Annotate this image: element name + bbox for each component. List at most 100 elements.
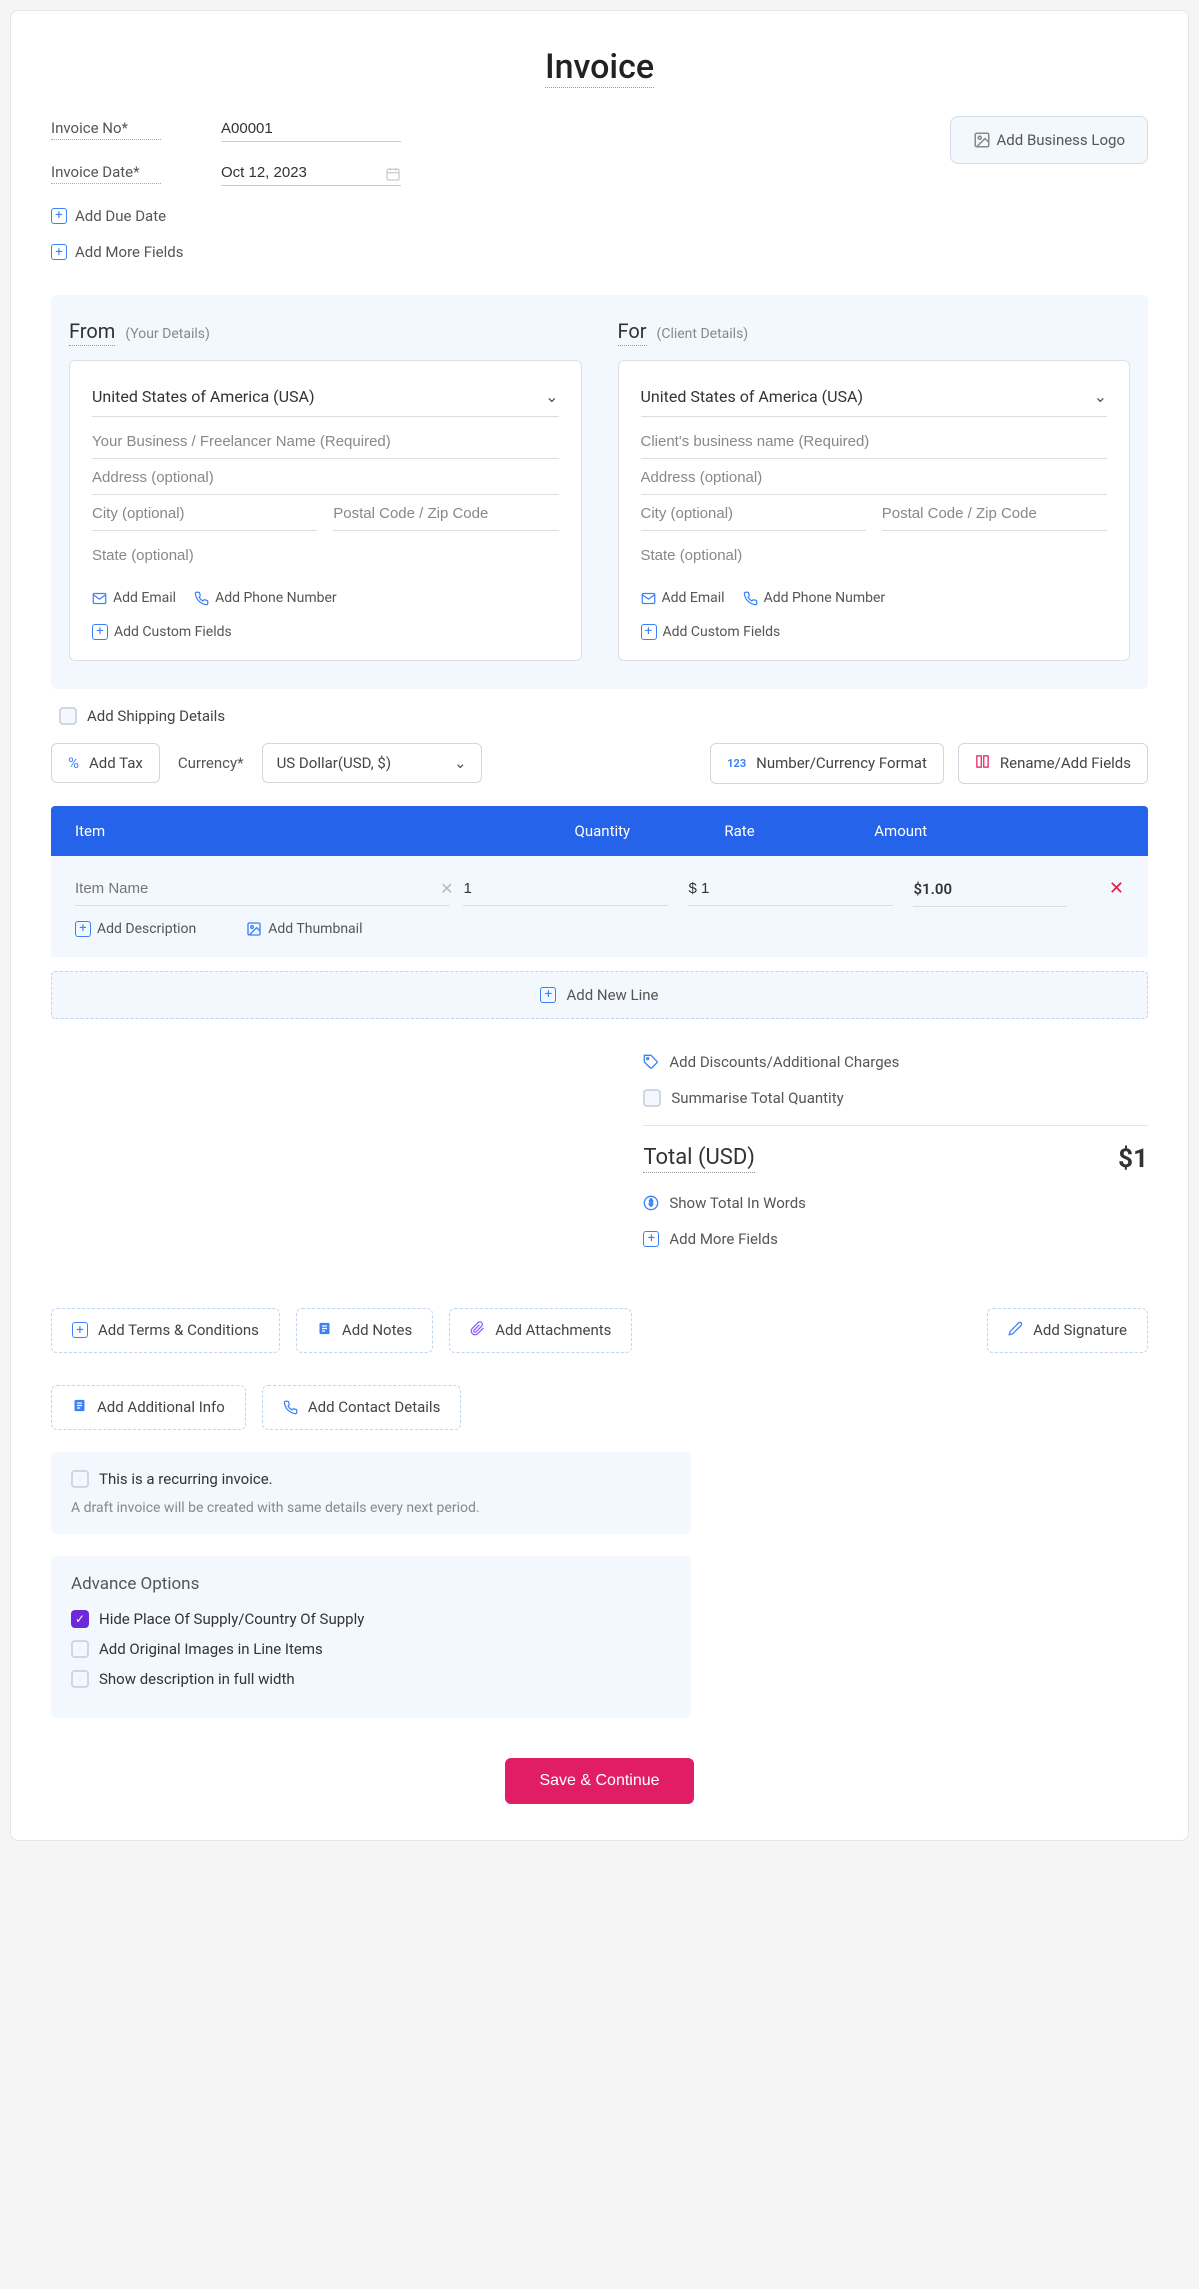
from-address-input[interactable]	[92, 459, 559, 495]
add-new-line-button[interactable]: + Add New Line	[51, 971, 1148, 1019]
plus-icon: +	[75, 921, 91, 937]
calendar-icon[interactable]	[385, 166, 401, 186]
checkbox-icon	[59, 707, 77, 725]
phone-icon	[743, 591, 758, 606]
add-due-date-link[interactable]: + Add Due Date	[51, 207, 166, 225]
add-logo-label: Add Business Logo	[997, 131, 1125, 149]
plus-icon: +	[643, 1231, 659, 1247]
additional-label: Add Additional Info	[97, 1398, 225, 1416]
checkbox-icon	[71, 1470, 89, 1488]
for-city-input[interactable]	[641, 495, 866, 531]
plus-icon: +	[92, 624, 108, 640]
add-discounts-link[interactable]: Add Discounts/Additional Charges	[643, 1053, 1148, 1071]
for-postal-input[interactable]	[882, 495, 1107, 531]
currency-label: Currency*	[178, 754, 244, 772]
add-tax-button[interactable]: % Add Tax	[51, 743, 160, 783]
svg-text:$: $	[649, 1198, 654, 1207]
adv-opt1-label: Hide Place Of Supply/Country Of Supply	[99, 1610, 364, 1628]
from-country-select[interactable]: United States of America (USA) ⌄	[92, 381, 559, 417]
rename-fields-button[interactable]: Rename/Add Fields	[958, 743, 1148, 784]
dollar-circle-icon: $	[643, 1195, 659, 1211]
for-state-input[interactable]	[641, 537, 1108, 572]
summary-more-fields-link[interactable]: + Add More Fields	[643, 1230, 1148, 1248]
checkbox-icon	[643, 1089, 661, 1107]
from-heading: From	[69, 319, 115, 346]
for-add-custom-link[interactable]: + Add Custom Fields	[641, 624, 781, 640]
add-signature-button[interactable]: Add Signature	[987, 1308, 1148, 1353]
invoice-no-input[interactable]	[221, 116, 401, 142]
add-logo-button[interactable]: Add Business Logo	[950, 116, 1148, 164]
for-name-input[interactable]	[641, 423, 1108, 459]
total-words-label: Show Total In Words	[669, 1194, 806, 1212]
adv-opt1-row[interactable]: ✓ Hide Place Of Supply/Country Of Supply	[71, 1610, 671, 1628]
from-add-email-link[interactable]: Add Email	[92, 590, 176, 606]
delete-row-icon[interactable]: ✕	[1087, 878, 1124, 899]
add-description-link[interactable]: + Add Description	[75, 921, 196, 937]
pen-icon	[1008, 1321, 1023, 1340]
for-add-phone-label: Add Phone Number	[764, 590, 886, 606]
from-city-input[interactable]	[92, 495, 317, 531]
summary-more-label: Add More Fields	[669, 1230, 777, 1248]
item-amount: $1.00	[913, 870, 1067, 907]
terms-label: Add Terms & Conditions	[98, 1321, 259, 1339]
add-attachments-button[interactable]: Add Attachments	[449, 1308, 632, 1353]
notes-label: Add Notes	[342, 1321, 412, 1339]
for-country-select[interactable]: United States of America (USA) ⌄	[641, 381, 1108, 417]
for-address-input[interactable]	[641, 459, 1108, 495]
rename-fields-label: Rename/Add Fields	[1000, 754, 1131, 772]
recurring-checkbox-row[interactable]: This is a recurring invoice.	[71, 1470, 671, 1488]
clear-icon[interactable]: ✕	[440, 879, 453, 898]
from-name-input[interactable]	[92, 423, 559, 459]
invoice-no-label: Invoice No*	[51, 119, 161, 140]
th-qty: Quantity	[575, 822, 725, 840]
advance-title: Advance Options	[71, 1574, 671, 1594]
shipping-checkbox-row[interactable]: Add Shipping Details	[59, 707, 1148, 725]
add-more-fields-link[interactable]: + Add More Fields	[51, 243, 183, 261]
add-notes-button[interactable]: Add Notes	[296, 1308, 433, 1353]
number-format-button[interactable]: 123 Number/Currency Format	[710, 743, 944, 784]
recurring-sub: A draft invoice will be created with sam…	[71, 1500, 671, 1516]
from-state-input[interactable]	[92, 537, 559, 572]
item-qty-input[interactable]	[463, 870, 668, 906]
add-thumbnail-link[interactable]: Add Thumbnail	[246, 921, 362, 937]
notes-icon	[72, 1398, 87, 1417]
currency-select[interactable]: US Dollar(USD, $) ⌄	[262, 743, 482, 783]
from-add-custom-label: Add Custom Fields	[114, 624, 232, 640]
from-country-value: United States of America (USA)	[92, 387, 315, 406]
for-add-phone-link[interactable]: Add Phone Number	[743, 590, 886, 606]
from-postal-input[interactable]	[333, 495, 558, 531]
add-additional-button[interactable]: Add Additional Info	[51, 1385, 246, 1430]
from-sub: (Your Details)	[125, 326, 210, 342]
invoice-date-input[interactable]	[221, 160, 401, 186]
from-add-phone-label: Add Phone Number	[215, 590, 337, 606]
contact-label: Add Contact Details	[308, 1398, 440, 1416]
email-icon	[92, 591, 107, 606]
image-icon	[973, 131, 991, 149]
from-add-phone-link[interactable]: Add Phone Number	[194, 590, 337, 606]
summarise-checkbox-row[interactable]: Summarise Total Quantity	[643, 1089, 1148, 1107]
item-rate-input[interactable]	[688, 870, 893, 906]
for-heading: For	[618, 319, 647, 346]
item-name-input[interactable]	[75, 870, 450, 906]
add-contact-button[interactable]: Add Contact Details	[262, 1385, 461, 1430]
table-header: Item Quantity Rate Amount	[51, 806, 1148, 856]
phone-icon	[194, 591, 209, 606]
th-amount: Amount	[874, 822, 1074, 840]
for-add-email-link[interactable]: Add Email	[641, 590, 725, 606]
th-item: Item	[75, 822, 575, 840]
plus-icon: +	[641, 624, 657, 640]
save-continue-button[interactable]: Save & Continue	[505, 1758, 693, 1804]
invoice-date-label: Invoice Date*	[51, 163, 161, 184]
add-terms-button[interactable]: + Add Terms & Conditions	[51, 1308, 280, 1353]
total-amount: $1	[1118, 1144, 1148, 1174]
phone-icon	[283, 1400, 298, 1415]
table-row: ✕ $1.00 ✕	[75, 870, 1124, 907]
total-words-link[interactable]: $ Show Total In Words	[643, 1194, 1148, 1212]
adv-opt3-row[interactable]: Show description in full width	[71, 1670, 671, 1688]
tag-icon	[643, 1054, 659, 1070]
adv-opt2-row[interactable]: Add Original Images in Line Items	[71, 1640, 671, 1658]
chevron-down-icon: ⌄	[1094, 387, 1107, 406]
from-add-custom-link[interactable]: + Add Custom Fields	[92, 624, 232, 640]
signature-label: Add Signature	[1033, 1321, 1127, 1339]
chevron-down-icon: ⌄	[454, 754, 467, 772]
